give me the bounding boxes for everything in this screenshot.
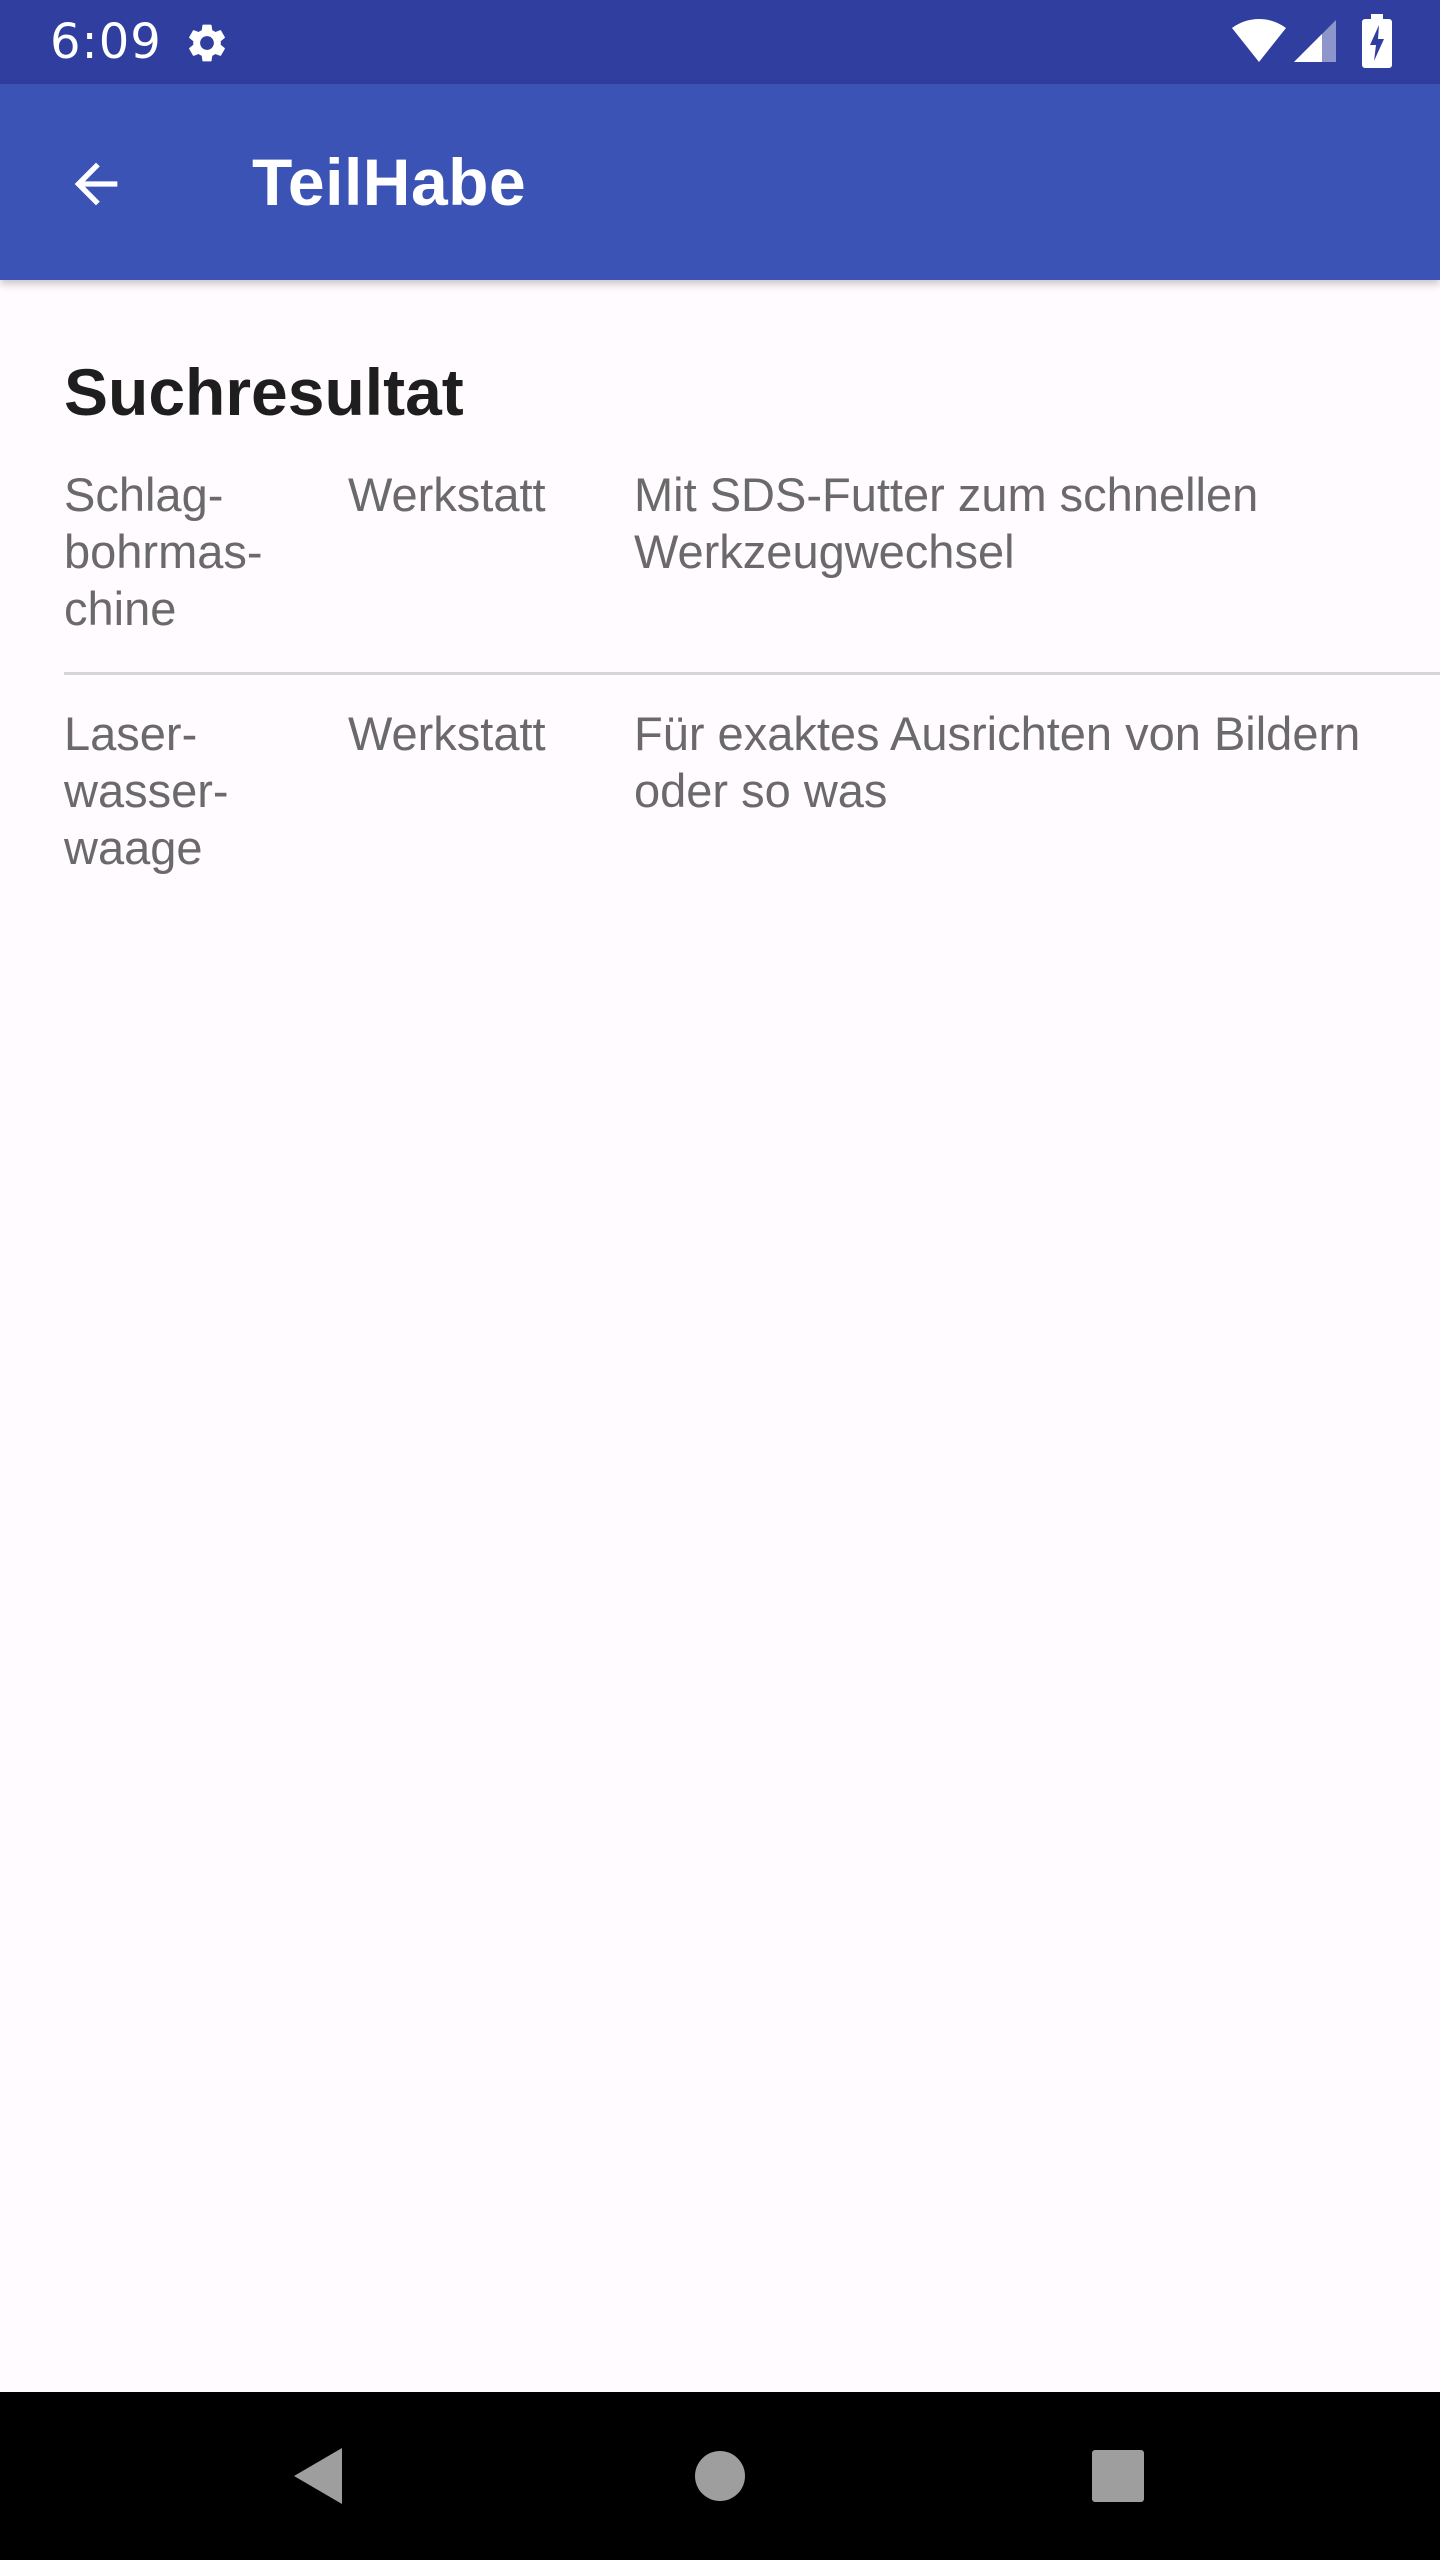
status-bar: 6:09 — [0, 0, 1440, 84]
wifi-icon — [1230, 18, 1288, 64]
row-divider — [64, 672, 1440, 675]
battery-charging-icon — [1362, 14, 1392, 68]
nav-back-icon[interactable] — [278, 2436, 358, 2516]
arrow-left-icon — [74, 162, 118, 206]
cell-signal-icon — [1292, 18, 1338, 64]
gear-icon — [184, 20, 230, 66]
navigation-bar — [0, 2392, 1440, 2560]
results-table: Schlag- bohrmas- chine Werkstatt Mit SDS… — [64, 466, 1440, 905]
item-description: Mit SDS-Futter zum schnellen Werkzeugwec… — [634, 468, 1259, 578]
back-button[interactable] — [40, 128, 152, 240]
item-category: Werkstatt — [348, 707, 546, 760]
app-bar: TeilHabe — [0, 84, 1440, 280]
table-row[interactable]: Schlag- bohrmas- chine Werkstatt Mit SDS… — [64, 466, 1440, 672]
item-description: Für exaktes Ausrichten von Bildern oder … — [634, 707, 1361, 817]
status-time: 6:09 — [50, 14, 162, 70]
item-name: Schlag- bohrmas- chine — [64, 468, 263, 635]
item-name: Laser- wasser- waage — [64, 707, 229, 874]
nav-recents-icon[interactable] — [1078, 2436, 1158, 2516]
item-category: Werkstatt — [348, 468, 546, 521]
app-title: TeilHabe — [252, 145, 527, 219]
main-content: Suchresultat Schlag- bohrmas- chine Werk… — [0, 280, 1440, 2390]
table-row[interactable]: Laser- wasser- waage Werkstatt Für exakt… — [64, 705, 1440, 905]
nav-home-icon[interactable] — [680, 2436, 760, 2516]
section-title: Suchresultat — [64, 355, 464, 429]
